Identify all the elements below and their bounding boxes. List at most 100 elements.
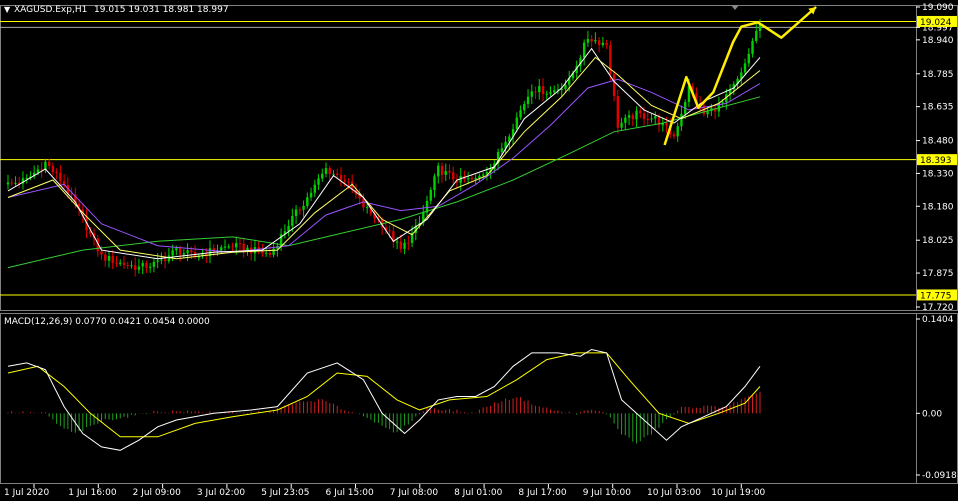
candle-body xyxy=(6,182,10,185)
time-tick-label: 10 Jul 19:00 xyxy=(711,488,765,498)
candle-body xyxy=(747,53,750,64)
candle-body xyxy=(36,169,40,173)
candle-body xyxy=(302,206,305,210)
price-box-label: 17.775 xyxy=(920,291,952,301)
macd-label: MACD(12,26,9) 0.0770 0.0421 0.0454 0.000… xyxy=(4,317,210,327)
candle-body xyxy=(654,116,657,119)
candle-body xyxy=(111,256,114,264)
time-tick-label: 8 Jul 17:00 xyxy=(518,488,567,498)
candle-body xyxy=(642,113,646,119)
candle-body xyxy=(141,263,144,267)
candle-body xyxy=(365,207,369,209)
candle-body xyxy=(339,174,343,181)
candle-body xyxy=(541,86,545,95)
candle-body xyxy=(597,40,601,46)
candle-body xyxy=(122,262,126,266)
candle-body xyxy=(14,182,17,184)
candle-body xyxy=(395,241,399,243)
candle-body xyxy=(481,174,485,176)
candle-body xyxy=(478,175,481,178)
time-tick-label: 1 Jul 2020 xyxy=(4,488,49,498)
candle-body xyxy=(534,91,537,93)
time-tick-label: 9 Jul 10:00 xyxy=(583,488,632,498)
candle-body xyxy=(631,115,634,120)
candle-body xyxy=(448,170,451,173)
candle-body xyxy=(564,84,567,90)
candle-body xyxy=(743,63,747,73)
candle-body xyxy=(399,241,403,249)
candle-body xyxy=(590,38,593,42)
candle-body xyxy=(407,242,410,244)
candle-body xyxy=(134,265,137,270)
candle-body xyxy=(676,126,679,137)
candle-body xyxy=(545,93,548,95)
candle-body xyxy=(594,40,597,42)
candle xyxy=(616,89,620,134)
candle-body xyxy=(721,102,724,104)
candle-body xyxy=(429,189,432,201)
candle-body xyxy=(605,42,608,46)
candle-body xyxy=(474,177,477,180)
collapse-triangle-icon[interactable]: ▼ xyxy=(4,5,11,14)
candle-body xyxy=(107,256,111,261)
candle-body xyxy=(148,266,152,268)
trading-chart[interactable]: 19.09018.99718.94018.78518.63518.48018.3… xyxy=(0,0,958,501)
time-tick-label: 10 Jul 03:00 xyxy=(647,488,701,498)
candle-body xyxy=(646,118,649,120)
candle-body xyxy=(549,92,552,94)
symbol-label: XAGUSD.Exp,H1 xyxy=(14,5,87,15)
candle-body xyxy=(624,117,627,123)
candle-body xyxy=(523,104,526,111)
macd-tick-label: 0.1404 xyxy=(922,315,954,325)
candle-body xyxy=(306,197,309,207)
candle-body xyxy=(452,172,455,180)
time-tick-label: 3 Jul 02:00 xyxy=(197,488,246,498)
candle-body xyxy=(515,117,519,130)
candle-body xyxy=(530,91,533,97)
ohlc-label: 19.015 19.031 18.981 18.997 xyxy=(94,5,229,15)
time-tick-label: 1 Jul 16:00 xyxy=(68,488,117,498)
price-tick-label: 18.940 xyxy=(922,36,954,46)
candle-body xyxy=(130,265,133,267)
candle-body xyxy=(538,86,541,93)
candle-body xyxy=(178,248,182,255)
chart-background xyxy=(0,0,958,501)
candle-body xyxy=(104,254,107,261)
candle-body xyxy=(261,251,264,254)
candle-body xyxy=(156,260,159,262)
candle-body xyxy=(519,110,522,118)
candle-body xyxy=(755,31,758,41)
candle-body xyxy=(324,168,328,174)
candle-body xyxy=(25,177,28,179)
candle-body xyxy=(635,110,638,120)
candle-body xyxy=(650,118,653,120)
candle-body xyxy=(264,252,268,254)
candle-body xyxy=(171,250,174,256)
candle-body xyxy=(332,173,335,175)
candle-body xyxy=(291,216,294,226)
candle-body xyxy=(167,255,171,262)
candle-body xyxy=(639,110,642,114)
candle-body xyxy=(137,266,141,270)
candle-body xyxy=(298,209,302,211)
price-tick-label: 18.330 xyxy=(922,169,954,179)
price-tick-label: 18.180 xyxy=(922,202,954,212)
candle-body xyxy=(186,250,189,254)
time-tick-label: 5 Jul 23:05 xyxy=(261,488,309,498)
candle-body xyxy=(627,115,631,118)
candle-body xyxy=(220,247,223,251)
candle-body xyxy=(440,165,444,175)
candle-body xyxy=(620,122,623,128)
price-tick-label: 19.090 xyxy=(922,3,954,13)
price-tick-label: 17.720 xyxy=(922,303,954,313)
candle-body xyxy=(388,230,391,232)
candle-body xyxy=(680,113,683,127)
candle-body xyxy=(190,250,193,253)
candle-body xyxy=(182,253,186,255)
candle-body xyxy=(612,74,616,97)
candle-body xyxy=(317,178,320,185)
candle-body xyxy=(553,90,556,93)
price-tick-label: 18.480 xyxy=(922,137,954,147)
candle-body xyxy=(433,176,436,190)
price-box-label: 19.024 xyxy=(920,18,952,28)
